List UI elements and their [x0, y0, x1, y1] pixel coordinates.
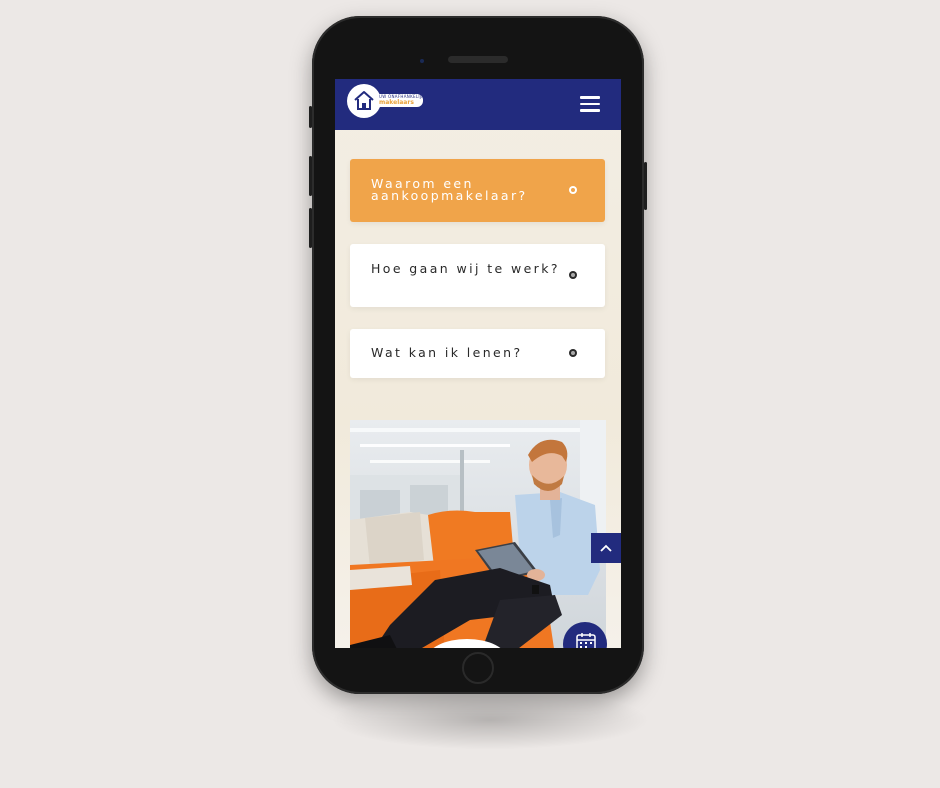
volume-down-button	[309, 208, 312, 248]
logo-brand: makelaars	[379, 99, 414, 106]
hero-photo-man-on-sofa	[350, 420, 606, 648]
accordion-label: Waarom een aankoopmakelaar?	[371, 176, 528, 203]
earpiece-speaker	[448, 56, 508, 63]
hamburger-menu-icon[interactable]	[579, 94, 601, 114]
accordion-item-werkwijze[interactable]: Hoe gaan wij te werk?	[350, 244, 605, 307]
accordion-item-waarom[interactable]: Waarom een aankoopmakelaar?	[350, 159, 605, 222]
site-header: UW ONAFHANKELIJKE makelaars	[335, 79, 621, 130]
logo-house-icon[interactable]	[347, 84, 381, 118]
phone-screen: UW ONAFHANKELIJKE makelaars Waarom een a…	[335, 79, 621, 648]
power-button	[644, 162, 647, 210]
accordion-item-lenen[interactable]: Wat kan ik lenen?	[350, 329, 605, 378]
front-camera	[420, 59, 424, 63]
phone-shadow	[330, 690, 650, 750]
chevron-up-icon	[600, 544, 612, 552]
home-button	[462, 652, 494, 684]
accordion-label: Wat kan ik lenen?	[371, 345, 523, 360]
accordion-label: Hoe gaan wij te werk?	[371, 261, 560, 276]
phone-frame: UW ONAFHANKELIJKE makelaars Waarom een a…	[309, 16, 647, 694]
volume-up-button	[309, 156, 312, 196]
back-to-top-button[interactable]	[591, 533, 621, 563]
accordion-toggle-icon[interactable]	[569, 186, 577, 194]
accordion-toggle-icon[interactable]	[569, 349, 577, 357]
mute-switch	[309, 106, 312, 128]
calendar-icon	[576, 633, 596, 648]
accordion-toggle-icon[interactable]	[569, 271, 577, 279]
